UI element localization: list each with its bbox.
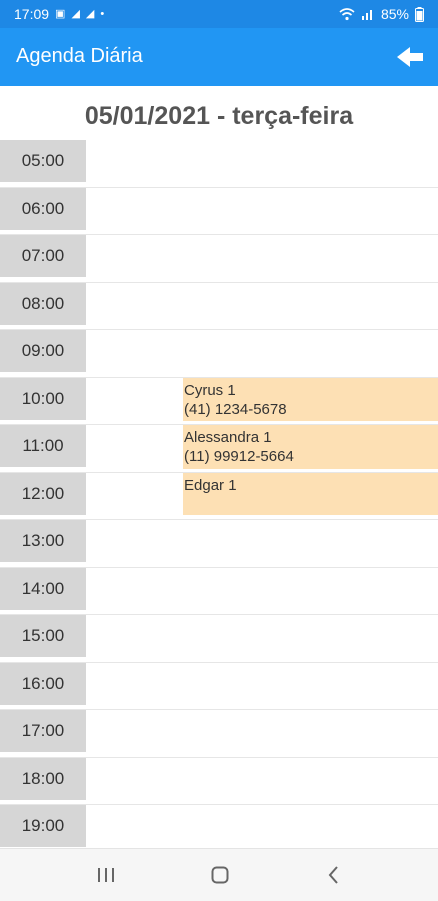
time-slot-row[interactable]: 05:00 [0, 140, 438, 188]
time-label: 14:00 [0, 567, 86, 610]
time-label: 08:00 [0, 282, 86, 325]
time-label: 07:00 [0, 235, 86, 277]
time-label: 06:00 [0, 187, 86, 230]
time-slot-row[interactable]: 14:00 [0, 567, 438, 615]
status-left: 17:09 ▣ ◢ ◢ • [14, 6, 104, 22]
time-slot-row[interactable]: 16:00 [0, 662, 438, 710]
arrow-left-icon [397, 47, 423, 67]
app-title: Agenda Diária [16, 45, 143, 67]
time-slot-row[interactable]: 13:00 [0, 520, 438, 568]
appointment-block[interactable]: Alessandra 1 (11) 99912-5664 [183, 425, 438, 469]
time-label: 05:00 [0, 140, 86, 182]
appointment-block[interactable]: Cyrus 1 (41) 1234-5678 [183, 377, 438, 421]
time-label: 19:00 [0, 805, 86, 847]
time-label: 18:00 [0, 757, 86, 800]
status-time: 17:09 [14, 6, 50, 22]
date-header: 05/01/2021 - terça-feira [84, 102, 354, 130]
back-icon [328, 866, 338, 884]
time-slot-row[interactable]: 08:00 [0, 282, 438, 330]
wifi-icon [339, 8, 355, 21]
recent-apps-button[interactable] [86, 861, 126, 889]
appointment-block[interactable]: Edgar 1 [183, 472, 438, 515]
time-slot-row[interactable]: 07:00 [0, 235, 438, 283]
dot-icon: • [100, 8, 105, 20]
time-label: 13:00 [0, 520, 86, 562]
time-slot-row[interactable]: 06:00 [0, 187, 438, 235]
appointment-name: Edgar 1 [184, 476, 237, 494]
time-slot-row[interactable]: 15:00 [0, 615, 438, 663]
notification-icon: ◢ [85, 8, 95, 20]
time-slot-row[interactable]: 17:00 [0, 710, 438, 758]
time-label: 12:00 [0, 472, 86, 515]
battery-percent: 85% [380, 6, 409, 22]
time-slot-row[interactable]: 18:00 [0, 757, 438, 805]
notification-icon: ◢ [71, 8, 80, 20]
image-icon: ▣ [55, 8, 66, 20]
time-slot-row[interactable]: 09:00 [0, 330, 438, 378]
home-icon [211, 866, 229, 884]
appointment-name: Alessandra 1 [184, 429, 272, 446]
appointment-phone: (41) 1234-5678 [184, 400, 287, 418]
status-right: 85% [339, 6, 424, 22]
battery-icon [415, 6, 424, 22]
app-bar: Agenda Diária [0, 28, 438, 86]
time-label: 09:00 [0, 330, 86, 372]
signal-icon [361, 10, 372, 20]
home-button[interactable] [200, 861, 240, 889]
time-label: 16:00 [0, 662, 86, 705]
agenda-grid[interactable]: 05:00 06:00 07:00 08:00 09:00 10:00 11:00 12:00… [0, 140, 438, 848]
appointment-name: Cyrus 1 [184, 381, 236, 399]
appointment-phone: (11) 99912-5664 [184, 448, 294, 465]
nav-back-button[interactable] [314, 861, 354, 889]
time-label: 11:00 [0, 425, 86, 467]
time-slot-row[interactable]: 19:00 [0, 805, 438, 848]
recent-apps-icon [98, 868, 114, 882]
time-label: 15:00 [0, 615, 86, 657]
status-bar: 17:09 ▣ ◢ ◢ • 85% [0, 0, 438, 28]
back-button[interactable] [394, 42, 426, 72]
time-label: 10:00 [0, 377, 86, 420]
time-label: 17:00 [0, 710, 86, 752]
navigation-bar [0, 848, 438, 901]
